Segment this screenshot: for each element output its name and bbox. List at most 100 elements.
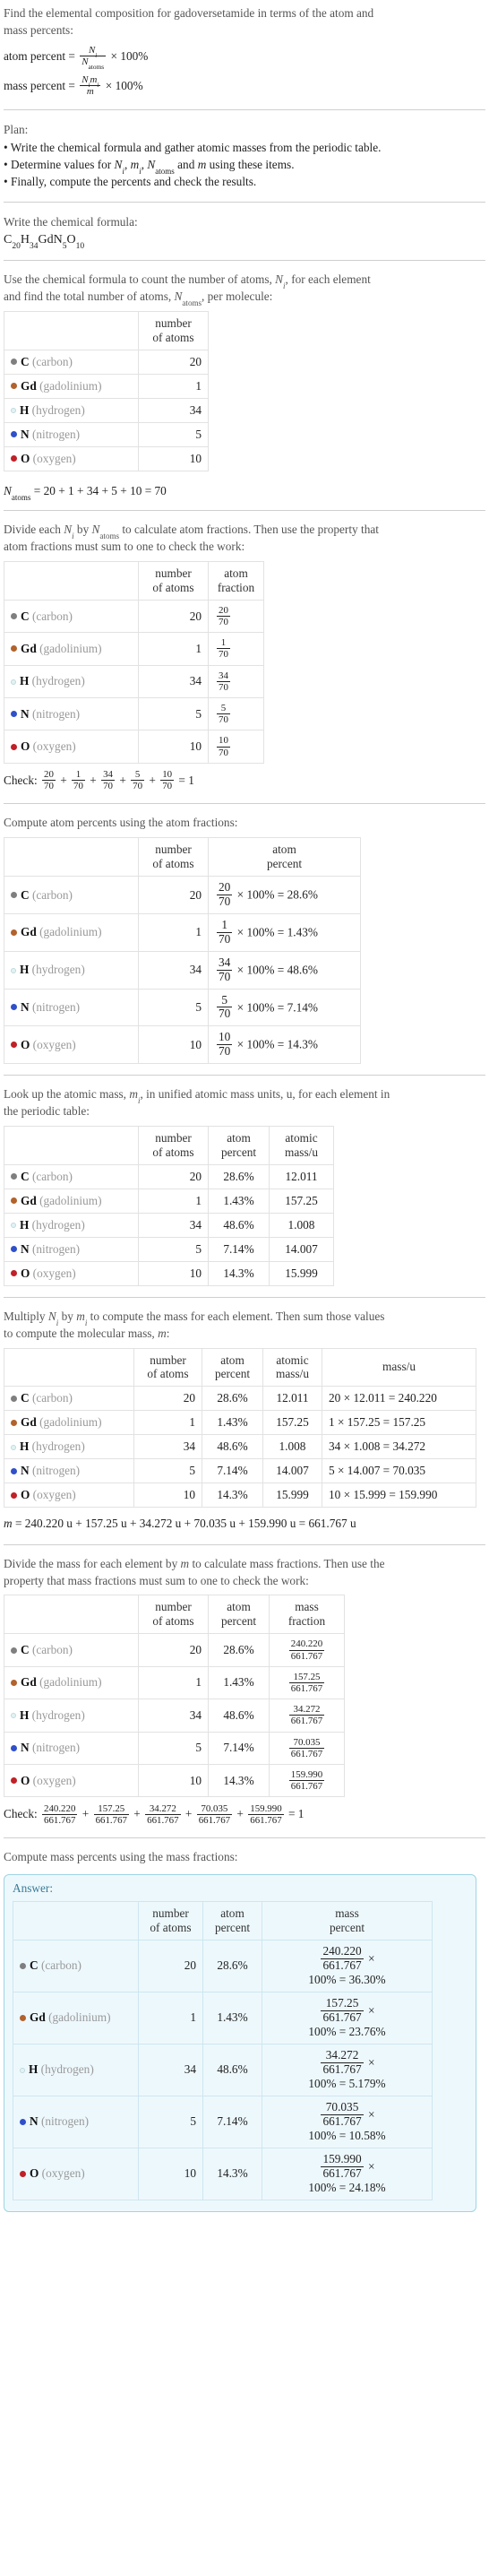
element-color-dot-icon [11, 1197, 17, 1205]
atom-count-cell: 34 [138, 2043, 203, 2096]
divider [4, 108, 485, 110]
element-color-dot-icon [11, 743, 17, 750]
atom-count-cell: 10 [138, 1260, 209, 1286]
fraction-numerator: 1 [217, 637, 230, 650]
element-full-name: (hydrogen) [31, 1439, 85, 1454]
formula-symbol-C: C [4, 232, 13, 246]
header-mass-u: mass/u [322, 1347, 476, 1387]
check-result: = 1 [287, 1807, 305, 1821]
element-color-dot-icon [11, 408, 16, 414]
table-row: H (hydrogen) 34 48.6% 34.272 661.767 × 100% =… [13, 2043, 433, 2096]
atomic-mass-cell: 15.999 [269, 1260, 334, 1286]
fraction-denominator: 70 [219, 747, 228, 758]
atom-percent-fraction: Ni Natoms [80, 45, 107, 71]
fraction-denominator: 70 [219, 931, 231, 946]
divider [4, 1543, 485, 1545]
element-name-cell: Gd (gadolinium) [4, 373, 139, 399]
element-full-name: (nitrogen) [31, 706, 81, 721]
element-color-dot-icon [20, 1962, 26, 1969]
table-header-row: number of atoms atom percent atomic mass… [4, 1347, 476, 1387]
element-symbol: H [29, 2062, 39, 2077]
fraction-numerator: 240.220 [288, 1638, 325, 1651]
m-symbol: m [130, 158, 140, 172]
atom-fraction-cell: 5 70 [208, 697, 264, 731]
plan-bullet-3: • Finally, compute the percents and chec… [4, 175, 257, 189]
empty-corner [4, 1595, 139, 1635]
fraction: 1 70 [217, 637, 230, 660]
fraction: 34 70 [217, 955, 233, 984]
element-symbol: C [21, 609, 30, 623]
header-number-of-atoms: number of atoms [138, 310, 209, 350]
fraction: 10 70 [160, 769, 175, 791]
element-symbol: N [21, 999, 30, 1014]
element-color-dot-icon [11, 645, 17, 653]
element-name-cell: H (hydrogen) [4, 1434, 134, 1460]
atom-percent-label: atom percent [4, 48, 66, 63]
atom-percent-cell: 28.6% [208, 1633, 270, 1667]
plan-bullet-2-mid: and [174, 158, 198, 172]
table-row: N (nitrogen) 5 5 70 × 100% = 7.14% [4, 988, 361, 1027]
mass-percent-formula: mass percent = Nimi m × 100% [4, 73, 485, 99]
atom-percent-cell: 14.3% [202, 1482, 263, 1508]
element-name-cell: C (carbon) [13, 1939, 139, 1993]
table-header-row: number of atoms [4, 310, 209, 350]
fraction: 34 70 [101, 769, 115, 791]
header-atomic-mass: atomic mass/u [262, 1347, 322, 1387]
element-color-dot-icon [11, 1395, 17, 1402]
header-line1: number [155, 1130, 192, 1145]
element-name-cell: Gd (gadolinium) [13, 1991, 139, 2044]
element-full-name: (nitrogen) [31, 1464, 81, 1478]
atom-fraction-cell: 1 70 [208, 632, 264, 666]
table-row: N (nitrogen) 5 5 70 [4, 697, 264, 731]
element-full-name: (nitrogen) [31, 999, 81, 1014]
element-symbol: H [20, 963, 30, 977]
header-line2: percent [220, 1145, 257, 1159]
fraction: 5 70 [131, 769, 145, 791]
fraction: 10 70 [217, 1030, 233, 1059]
element-full-name: (oxygen) [32, 1488, 76, 1502]
mass-fraction-cell: 240.220 661.767 [269, 1633, 345, 1667]
element-color-dot-icon [11, 892, 17, 899]
atom-count-cell: 20 [133, 1386, 202, 1412]
mass-fraction-table: number of atoms atom percent mass fracti… [4, 1595, 345, 1798]
element-color-dot-icon [20, 2118, 26, 2125]
atom-percent-cell: 1.43% [208, 1665, 270, 1700]
atom-percent-rows: C (carbon) 20 20 70 × 100% = 28.6% Gd (gadol… [4, 876, 361, 1065]
N-atoms-symbol: N [147, 158, 156, 172]
element-color-dot-icon [11, 431, 17, 438]
table-header-row: number of atoms atom percent mass fracti… [4, 1595, 345, 1635]
m-symbol: m [4, 1517, 13, 1531]
fraction-denominator: 661.767 [290, 1716, 323, 1727]
table-row: O (oxygen) 10 14.3% 159.990 661.767 × 100% = … [13, 2147, 433, 2200]
atom-count-cell: 1 [138, 912, 209, 952]
atom-percent-cell: 14.3% [202, 2147, 262, 2200]
times-100-equals: × 100% = [236, 925, 285, 939]
element-color-dot-icon [11, 967, 16, 973]
element-color-dot-icon [11, 455, 17, 462]
fraction-denominator: 661.767 [322, 2010, 362, 2024]
element-name-cell: N (nitrogen) [4, 988, 139, 1027]
atom-percent-cell: 7.14% [202, 2095, 262, 2148]
element-name-cell: Gd (gadolinium) [4, 1665, 139, 1700]
element-color-dot-icon [11, 359, 17, 366]
header-line2: fraction [217, 580, 255, 594]
element-color-dot-icon [11, 1679, 17, 1686]
fraction-denominator: 70 [219, 617, 228, 627]
formula-symbol-Gd: Gd [38, 232, 54, 246]
element-symbol: O [21, 739, 30, 754]
mass-percent-cell: 34.272 661.767 × 100% = 5.179% [262, 2043, 433, 2096]
molecular-mass-instruction: Multiply Ni by mi to compute the mass fo… [4, 1309, 485, 1343]
N-subscript-i: i [122, 167, 124, 177]
element-full-name: (nitrogen) [31, 1741, 81, 1755]
m-subscript-i: i [139, 167, 142, 177]
atom-count-cell: 10 [138, 445, 209, 471]
problem-line-1: Find the elemental composition for gadov… [4, 6, 374, 20]
table-row: C (carbon) 20 [4, 349, 209, 375]
table-row: C (carbon) 20 28.6% 240.220 661.767 [4, 1633, 345, 1667]
element-symbol: N [30, 2114, 39, 2129]
table-row: O (oxygen) 10 10 70 × 100% = 14.3% [4, 1025, 361, 1065]
mass-table: number of atoms atom percent atomic mass… [4, 1347, 476, 1508]
atomic-mass-instruction: Look up the atomic mass, mi, in unified … [4, 1086, 485, 1120]
answer-title: Answer: [13, 1880, 54, 1895]
element-full-name: (oxygen) [32, 1773, 76, 1787]
